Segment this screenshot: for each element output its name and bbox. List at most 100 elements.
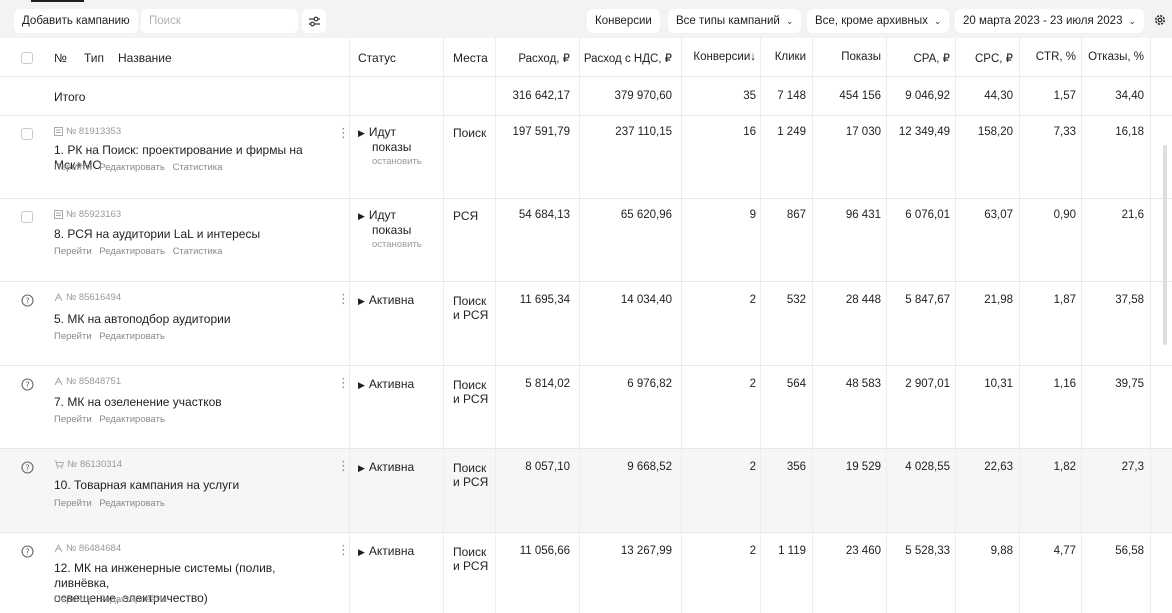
help-circle-icon[interactable]: ? bbox=[21, 294, 34, 307]
go-link[interactable]: Перейти bbox=[54, 594, 92, 605]
toolbar: Добавить кампанию Конверсии Все типы кам… bbox=[0, 0, 1172, 38]
stop-link[interactable]: остановить bbox=[372, 156, 422, 167]
header-cpc[interactable]: CPC, ₽ bbox=[975, 51, 1013, 65]
campaign-id: № 86484684 bbox=[54, 543, 121, 554]
status-value: ▶ Активна bbox=[358, 377, 415, 391]
total-row: Итого 316 642,17 379 970,60 35 7 148 454… bbox=[0, 77, 1172, 116]
add-campaign-button[interactable]: Добавить кампанию bbox=[14, 9, 138, 33]
ctr-value: 1,87 bbox=[1053, 294, 1076, 306]
ctr-value: 7,33 bbox=[1053, 126, 1076, 138]
filter-settings-button[interactable] bbox=[302, 9, 326, 33]
date-range-dropdown[interactable]: 20 марта 2023 - 23 июля 2023 ⌄ bbox=[955, 9, 1145, 33]
status-subtext: показы bbox=[372, 223, 412, 237]
header-type[interactable]: Тип bbox=[84, 51, 104, 65]
campaign-links: Перейти Редактировать bbox=[54, 331, 170, 342]
header-name[interactable]: Название bbox=[118, 51, 172, 65]
table-row[interactable]: ? № 86484684 ⋮ 12. МК на инженерные сист… bbox=[0, 533, 1172, 613]
table-row[interactable]: № 81913353 ⋮ 1. РК на Поиск: проектирова… bbox=[0, 116, 1172, 199]
go-link[interactable]: Перейти bbox=[54, 162, 92, 173]
header-spend[interactable]: Расход, ₽ bbox=[518, 51, 570, 65]
header-spend-vat[interactable]: Расход с НДС, ₽ bbox=[584, 51, 672, 65]
archive-filter-dropdown[interactable]: Все, кроме архивных ⌄ bbox=[807, 9, 950, 33]
places-value: Поиск bbox=[453, 126, 487, 140]
play-icon: ▶ bbox=[358, 296, 365, 306]
go-link[interactable]: Перейти bbox=[54, 246, 92, 257]
table-row[interactable]: ? № 85848751 ⋮ 7. МК на озеленение участ… bbox=[0, 366, 1172, 449]
cpa-value: 5 528,33 bbox=[905, 545, 950, 557]
campaign-name[interactable]: 8. РСЯ на аудитории LaL и интересы bbox=[54, 227, 324, 242]
header-conversions[interactable]: Конверсии↓ bbox=[693, 51, 756, 63]
help-circle-icon[interactable]: ? bbox=[21, 461, 34, 474]
gear-icon bbox=[1155, 15, 1165, 25]
header-cpa[interactable]: CPA, ₽ bbox=[914, 51, 951, 65]
edit-link[interactable]: Редактировать bbox=[99, 246, 165, 257]
header-status[interactable]: Статус bbox=[358, 51, 396, 65]
help-circle-icon[interactable]: ? bbox=[21, 545, 34, 558]
archive-filter-label: Все, кроме архивных bbox=[815, 15, 928, 27]
campaigns-table: № Тип Название Статус Места Расход, ₽ Ра… bbox=[0, 38, 1172, 613]
master-campaign-icon bbox=[54, 544, 63, 553]
status-subtext: показы bbox=[372, 140, 412, 154]
edit-link[interactable]: Редактировать bbox=[99, 498, 165, 509]
master-campaign-icon bbox=[54, 293, 63, 302]
campaign-name[interactable]: 10. Товарная кампания на услуги bbox=[54, 478, 324, 493]
vertical-scrollbar[interactable] bbox=[1163, 145, 1167, 345]
select-all-checkbox[interactable] bbox=[21, 52, 33, 64]
table-row[interactable]: ? № 85616494 ⋮ 5. МК на автоподбор аудит… bbox=[0, 282, 1172, 366]
column-divider bbox=[495, 38, 496, 613]
clicks-value: 356 bbox=[786, 461, 806, 473]
edit-link[interactable]: Редактировать bbox=[99, 594, 165, 605]
conversions-button[interactable]: Конверсии bbox=[587, 9, 660, 33]
column-divider bbox=[1150, 38, 1151, 613]
help-circle-icon[interactable]: ? bbox=[21, 378, 34, 391]
row-checkbox[interactable] bbox=[21, 128, 33, 140]
places-value: Поиск и РСЯ bbox=[453, 461, 489, 489]
go-link[interactable]: Перейти bbox=[54, 414, 92, 425]
table-row[interactable]: ? № 86130314 ⋮ 10. Товарная кампания на … bbox=[0, 449, 1172, 533]
table-row[interactable]: № 85923163 8. РСЯ на аудитории LaL и инт… bbox=[0, 199, 1172, 282]
campaign-name[interactable]: 7. МК на озеленение участков bbox=[54, 395, 324, 410]
search-input[interactable] bbox=[141, 9, 298, 33]
sliders-icon bbox=[308, 16, 320, 26]
conversions-value: 16 bbox=[743, 126, 756, 138]
bounce-value: 27,3 bbox=[1121, 461, 1144, 473]
campaign-id: № 85848751 bbox=[54, 376, 121, 387]
header-places[interactable]: Места bbox=[453, 51, 488, 65]
go-link[interactable]: Перейти bbox=[54, 498, 92, 509]
stats-link[interactable]: Статистика bbox=[173, 246, 223, 257]
stats-link[interactable]: Статистика bbox=[173, 162, 223, 173]
status-value: ▶ Идут bbox=[358, 208, 397, 222]
go-link[interactable]: Перейти bbox=[54, 331, 92, 342]
clicks-value: 1 249 bbox=[777, 126, 806, 138]
edit-link[interactable]: Редактировать bbox=[99, 331, 165, 342]
header-ctr[interactable]: CTR, % bbox=[1036, 51, 1076, 63]
spend-value: 54 684,13 bbox=[518, 209, 570, 221]
conversions-label: Конверсии bbox=[595, 15, 652, 27]
edit-link[interactable]: Редактировать bbox=[99, 162, 165, 173]
campaign-name[interactable]: 5. МК на автоподбор аудитории bbox=[54, 312, 324, 327]
stop-link[interactable]: остановить bbox=[372, 239, 422, 250]
campaign-id: № 85923163 bbox=[54, 209, 121, 220]
clicks-value: 867 bbox=[786, 209, 806, 221]
play-icon: ▶ bbox=[358, 547, 365, 557]
impressions-value: 96 431 bbox=[845, 209, 881, 221]
text-campaign-icon bbox=[54, 210, 63, 219]
settings-button[interactable] bbox=[1150, 10, 1170, 30]
add-campaign-label: Добавить кампанию bbox=[22, 15, 130, 27]
header-num: № bbox=[54, 51, 67, 65]
campaign-types-dropdown[interactable]: Все типы кампаний ⌄ bbox=[668, 9, 802, 33]
header-impressions[interactable]: Показы bbox=[841, 51, 881, 63]
cpa-value: 4 028,55 bbox=[905, 461, 950, 473]
campaign-id: № 81913353 bbox=[54, 126, 121, 137]
status-value: ▶ Активна bbox=[358, 460, 415, 474]
impressions-value: 17 030 bbox=[845, 126, 881, 138]
total-spend-vat: 379 970,60 bbox=[614, 90, 672, 102]
svg-text:?: ? bbox=[25, 548, 29, 557]
spend-value: 8 057,10 bbox=[525, 461, 570, 473]
header-clicks[interactable]: Клики bbox=[775, 51, 806, 63]
total-cpa: 9 046,92 bbox=[905, 90, 950, 102]
svg-text:?: ? bbox=[25, 381, 29, 390]
row-checkbox[interactable] bbox=[21, 211, 33, 223]
edit-link[interactable]: Редактировать bbox=[99, 414, 165, 425]
header-bounce[interactable]: Отказы, % bbox=[1088, 51, 1144, 63]
